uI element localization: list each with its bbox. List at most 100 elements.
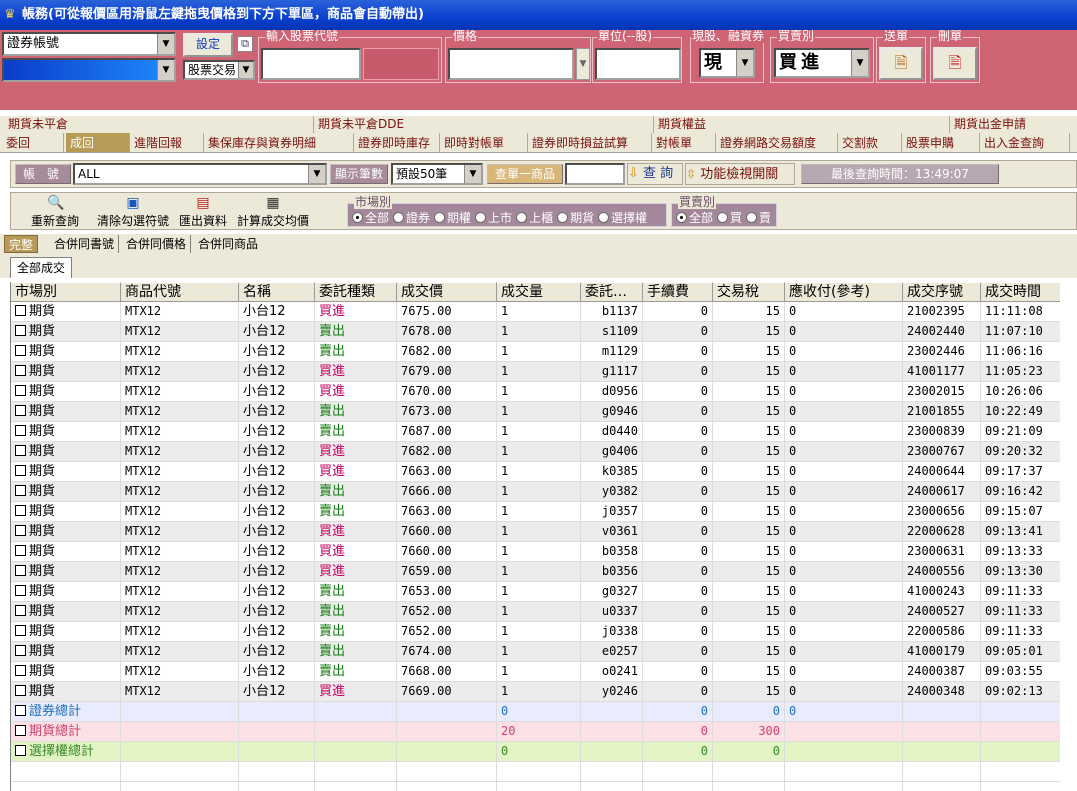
stock-trade-select[interactable]: 股票交易 ▼: [183, 60, 255, 80]
checkbox-icon[interactable]: [15, 405, 26, 416]
checkbox-icon[interactable]: [15, 585, 26, 596]
menu-futures-open-position[interactable]: 期貨未平倉: [4, 116, 314, 133]
checkbox-icon[interactable]: [15, 665, 26, 676]
checkbox-icon[interactable]: [15, 685, 26, 696]
tab-merge-price[interactable]: 合併同價格: [122, 235, 192, 253]
menu-realtime-inventory[interactable]: 證券即時庫存: [354, 133, 440, 152]
price-input[interactable]: [448, 48, 574, 80]
column-header-fill-price[interactable]: 成交價: [397, 282, 497, 302]
chevron-down-icon[interactable]: ▼: [851, 50, 868, 76]
send-order-button[interactable]: 🗎: [879, 47, 923, 80]
stock-code-input[interactable]: [261, 48, 361, 80]
market-radio-0[interactable]: 全部: [352, 209, 389, 226]
export-button[interactable]: ▤ 匯出資料: [177, 195, 229, 229]
menu-realtime-pnl[interactable]: 證券即時損益試算: [528, 133, 652, 152]
chevron-down-icon[interactable]: ▼: [736, 50, 753, 76]
column-header-fill-qty[interactable]: 成交量: [497, 282, 581, 302]
market-radio-3[interactable]: 上市: [475, 209, 512, 226]
table-row[interactable]: 期貨 MTX12 小台12 賣出 7668.00 1 o0241 0 15 0 24000387 09…: [11, 662, 1060, 682]
column-header-product-code[interactable]: 商品代號: [121, 282, 239, 302]
chevron-down-icon[interactable]: ▼: [238, 62, 253, 78]
checkbox-icon[interactable]: [15, 625, 26, 636]
checkbox-icon[interactable]: [15, 545, 26, 556]
radio-dot-icon[interactable]: [746, 212, 758, 223]
table-row[interactable]: 期貨 MTX12 小台12 賣出 7652.00 1 j0338 0 15 0 22000586 09…: [11, 622, 1060, 642]
refresh-button[interactable]: 🔍 重新查詢: [27, 195, 83, 229]
checkbox-icon[interactable]: [15, 725, 26, 736]
chevron-down-icon[interactable]: ▼: [464, 165, 481, 183]
checkbox-icon[interactable]: [15, 305, 26, 316]
radio-dot-icon[interactable]: [557, 212, 569, 223]
table-row[interactable]: 期貨 MTX12 小台12 買進 7669.00 1 y0246 0 15 0 24000348 09…: [11, 682, 1060, 702]
table-row[interactable]: 期貨 MTX12 小台12 買進 7659.00 1 b0356 0 15 0 24000556 09…: [11, 562, 1060, 582]
buysell-radio-2[interactable]: 賣: [746, 209, 771, 226]
price-dropdown-icon[interactable]: ▼: [576, 48, 590, 80]
table-row[interactable]: 期貨 MTX12 小台12 賣出 7652.00 1 u0337 0 15 0 24000527 09…: [11, 602, 1060, 622]
checkbox-icon[interactable]: [15, 645, 26, 656]
checkbox-icon[interactable]: [15, 505, 26, 516]
table-row[interactable]: 期貨 MTX12 小台12 買進 7670.00 1 d0956 0 15 0 23002015 10…: [11, 382, 1060, 402]
market-radio-2[interactable]: 期權: [434, 209, 471, 226]
market-radio-1[interactable]: 證券: [393, 209, 430, 226]
checkbox-icon[interactable]: [15, 385, 26, 396]
menu-futures-withdraw[interactable]: 期貨出金申請: [950, 116, 1077, 133]
query-single-input[interactable]: [565, 163, 625, 185]
delete-order-button[interactable]: 🗎: [933, 47, 977, 80]
checkbox-icon[interactable]: [15, 565, 26, 576]
tab-merge-product[interactable]: 合併同商品: [194, 235, 262, 253]
unit-input[interactable]: [595, 48, 681, 80]
table-row[interactable]: 期貨 MTX12 小台12 賣出 7682.00 1 m1129 0 15 0 23002446 11…: [11, 342, 1060, 362]
column-header-fill-seq[interactable]: 成交序號: [903, 282, 981, 302]
column-header-order-no[interactable]: 委託…: [581, 282, 643, 302]
query-button[interactable]: ⇩ 查 詢: [627, 163, 683, 185]
tab-all-fills[interactable]: 全部成交: [10, 257, 73, 278]
menu-order-report[interactable]: 委回: [2, 133, 64, 152]
chevron-down-icon[interactable]: ▼: [157, 60, 174, 80]
menu-futures-open-position-dde[interactable]: 期貨未平倉DDE: [314, 116, 654, 133]
menu-fund-inquiry[interactable]: 出入金查詢: [980, 133, 1070, 152]
table-row[interactable]: 期貨 MTX12 小台12 賣出 7687.00 1 d0440 0 15 0 23000839 09…: [11, 422, 1060, 442]
chevron-down-icon[interactable]: ▼: [157, 34, 174, 54]
table-row[interactable]: 期貨 MTX12 小台12 賣出 7663.00 1 j0357 0 15 0 23000656 09…: [11, 502, 1060, 522]
cash-margin-select[interactable]: 現 ▼: [699, 48, 755, 78]
menu-settlement[interactable]: 交割款: [838, 133, 902, 152]
market-radio-5[interactable]: 期貨: [557, 209, 594, 226]
checkbox-icon[interactable]: [15, 445, 26, 456]
table-row[interactable]: 期貨 MTX12 小台12 買進 7660.00 1 b0358 0 15 0 23000631 09…: [11, 542, 1060, 562]
column-header-tax[interactable]: 交易稅: [713, 282, 785, 302]
table-row[interactable]: 期貨 MTX12 小台12 買進 7660.00 1 v0361 0 15 0 22000628 09…: [11, 522, 1060, 542]
checkbox-icon[interactable]: [15, 485, 26, 496]
table-row[interactable]: 期貨 MTX12 小台12 賣出 7666.00 1 y0382 0 15 0 24000617 09…: [11, 482, 1060, 502]
menu-trading-limit[interactable]: 證券網路交易額度: [716, 133, 838, 152]
radio-dot-icon[interactable]: [434, 212, 446, 223]
display-count-select[interactable]: 預設50筆 ▼: [391, 163, 483, 185]
copy-icon[interactable]: ⧉: [237, 36, 253, 52]
column-header-market[interactable]: 市場別: [11, 282, 121, 302]
checkbox-icon[interactable]: [15, 525, 26, 536]
avg-price-button[interactable]: ▦ 計算成交均價: [235, 195, 311, 229]
menu-futures-equity[interactable]: 期貨權益: [654, 116, 950, 133]
buysell-radio-0[interactable]: 全部: [676, 209, 713, 226]
checkbox-icon[interactable]: [15, 745, 26, 756]
menu-fill-report[interactable]: 成回: [66, 133, 130, 152]
market-radio-6[interactable]: 選擇權: [598, 209, 647, 226]
table-row[interactable]: 期貨 MTX12 小台12 買進 7679.00 1 g1117 0 15 0 41001177 11…: [11, 362, 1060, 382]
column-header-name[interactable]: 名稱: [239, 282, 315, 302]
checkbox-icon[interactable]: [15, 365, 26, 376]
checkbox-icon[interactable]: [15, 465, 26, 476]
column-header-order-type[interactable]: 委託種類: [315, 282, 397, 302]
checkbox-icon[interactable]: [15, 325, 26, 336]
radio-dot-icon[interactable]: [676, 212, 687, 223]
radio-dot-icon[interactable]: [516, 212, 528, 223]
account-select[interactable]: ▼: [2, 58, 176, 82]
column-header-fill-time[interactable]: 成交時間: [981, 282, 1060, 302]
filter-account-select[interactable]: ALL ▼: [73, 163, 327, 185]
menu-realtime-statement[interactable]: 即時對帳單: [440, 133, 528, 152]
menu-custody-inventory[interactable]: 集保庫存與資券明細: [204, 133, 354, 152]
account-type-select[interactable]: 證券帳號 ▼: [2, 32, 176, 56]
checkbox-icon[interactable]: [15, 605, 26, 616]
market-radio-4[interactable]: 上櫃: [516, 209, 553, 226]
clear-checked-button[interactable]: ▣ 清除勾選符號: [95, 195, 171, 229]
toggle-view-button[interactable]: ⇳ 功能檢視開關: [685, 163, 795, 185]
table-row[interactable]: 期貨 MTX12 小台12 賣出 7673.00 1 g0946 0 15 0 21001855 10…: [11, 402, 1060, 422]
